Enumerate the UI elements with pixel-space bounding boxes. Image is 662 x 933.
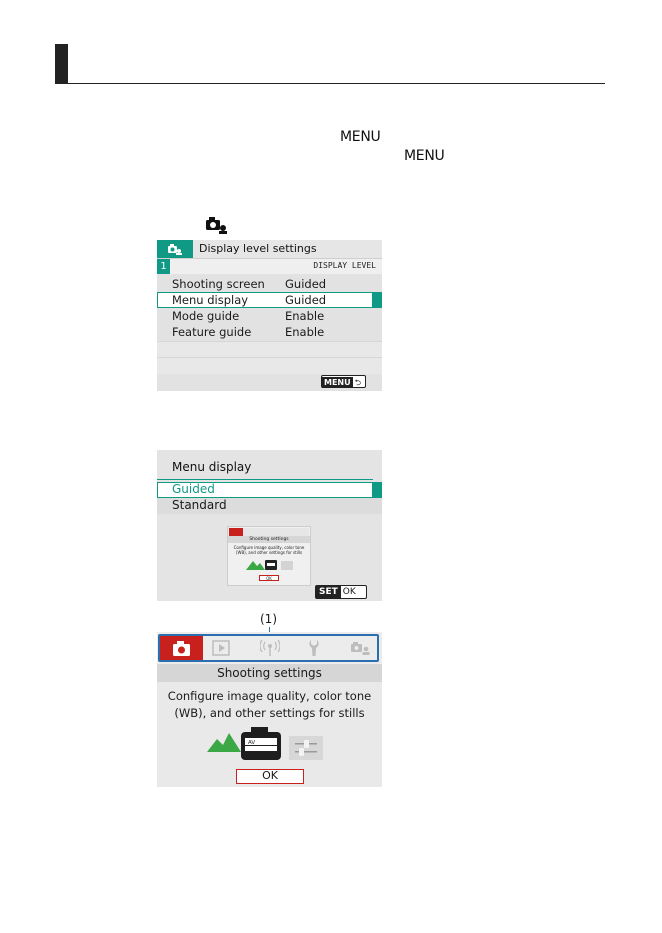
return-icon: ⮌ <box>354 378 362 387</box>
preview-tab-row <box>229 528 309 536</box>
setting-value: Enable <box>285 325 325 339</box>
option-label: Standard <box>172 498 227 512</box>
option-guided[interactable]: Guided <box>157 482 382 498</box>
section-rule <box>55 83 605 84</box>
menu-row-mode-guide[interactable]: Mode guide Enable <box>157 308 382 324</box>
option-standard[interactable]: Standard <box>157 498 382 514</box>
guided-menu-preview: Shooting settings Configure image qualit… <box>227 526 311 586</box>
empty-row <box>157 357 382 374</box>
menu-button-glyph: MENU <box>340 129 381 145</box>
set-ok-button[interactable]: SET OK <box>315 585 367 599</box>
empty-row <box>157 341 382 358</box>
tab-bar <box>157 632 382 664</box>
av-label: AV <box>248 740 255 746</box>
section-marker-bar <box>55 44 68 84</box>
preview-ok-button: OK <box>259 575 279 581</box>
menu-row-feature-guide[interactable]: Feature guide Enable <box>157 324 382 340</box>
setting-name: Menu display <box>172 293 249 307</box>
setting-value: Enable <box>285 309 325 323</box>
camera-settings-icon <box>168 244 182 255</box>
title-underline <box>157 479 373 480</box>
set-label: SET <box>316 586 341 598</box>
menu-row-shooting-screen[interactable]: Shooting screen Guided <box>157 276 382 292</box>
display-level-label: DISPLAY LEVEL <box>313 261 376 270</box>
setting-name: Feature guide <box>172 325 252 339</box>
camera-tab-icon <box>229 528 243 536</box>
menu-display-screen: Menu display Guided Standard Shooting se… <box>157 450 382 601</box>
option-label: Guided <box>172 482 215 496</box>
tab-highlight-frame <box>158 634 379 662</box>
display-level-settings-screen: Display level settings 1 DISPLAY LEVEL S… <box>157 240 382 391</box>
camera-settings-tab-icon <box>206 217 227 234</box>
preview-header: Shooting settings <box>228 536 310 543</box>
tab-row: Display level settings <box>157 240 382 259</box>
screen-title: Display level settings <box>199 242 317 255</box>
description-line-1: Configure image quality, color tone <box>167 689 372 703</box>
callout-label: (1) <box>260 612 277 626</box>
preview-description: Configure image quality, color tone (WB)… <box>233 545 305 555</box>
description-line-2: (WB), and other settings for stills <box>174 706 365 720</box>
page-number-tab[interactable]: 1 <box>157 259 170 274</box>
preview-illustration-icon <box>246 560 293 570</box>
menu-return-button[interactable]: MENU ⮌ <box>321 375 366 388</box>
setting-name: Mode guide <box>172 309 240 323</box>
guided-menu-screen: Shooting settings Configure image qualit… <box>157 632 382 787</box>
shooting-settings-illustration-icon: AV <box>207 727 323 760</box>
menu-button-glyph-2: MENU <box>404 148 445 164</box>
tab-description: Configure image quality, color tone (WB)… <box>157 688 382 722</box>
ok-button[interactable]: OK <box>236 769 304 784</box>
page-number-row: 1 DISPLAY LEVEL <box>157 259 382 274</box>
screen-title: Menu display <box>172 460 252 474</box>
setting-name: Shooting screen <box>172 277 265 291</box>
menu-label: MENU <box>322 377 353 388</box>
tab-header: Shooting settings <box>157 664 382 682</box>
ok-label: OK <box>342 587 356 597</box>
tab-display-level[interactable] <box>157 240 193 258</box>
setting-value: Guided <box>285 293 327 307</box>
menu-row-menu-display[interactable]: Menu display Guided <box>157 292 382 308</box>
setting-value: Guided <box>285 277 327 291</box>
